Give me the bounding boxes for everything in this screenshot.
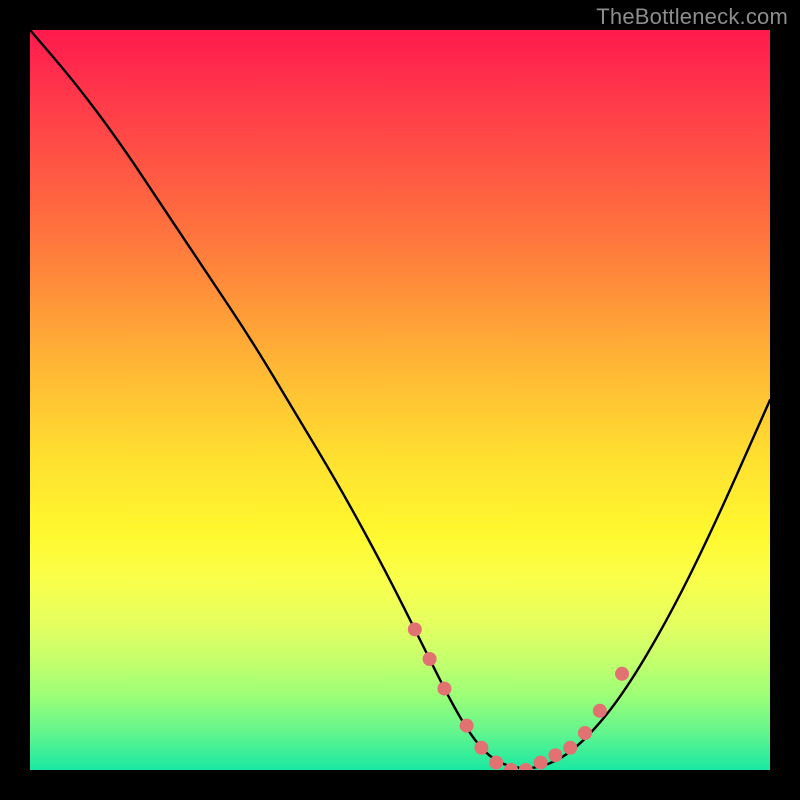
plot-area — [30, 30, 770, 770]
marker-dot — [563, 741, 577, 755]
marker-dot — [593, 704, 607, 718]
bottleneck-curve — [30, 30, 770, 768]
marker-dot — [548, 748, 562, 762]
marker-dot — [534, 756, 548, 770]
curve-svg — [30, 30, 770, 770]
marker-dot — [489, 756, 503, 770]
marker-dot — [578, 726, 592, 740]
highlighted-points — [408, 622, 629, 770]
chart-frame: TheBottleneck.com — [0, 0, 800, 800]
marker-dot — [474, 741, 488, 755]
marker-dot — [615, 667, 629, 681]
marker-dot — [408, 622, 422, 636]
marker-dot — [437, 682, 451, 696]
marker-dot — [423, 652, 437, 666]
marker-dot — [519, 763, 533, 770]
watermark-text: TheBottleneck.com — [596, 4, 788, 30]
marker-dot — [460, 719, 474, 733]
